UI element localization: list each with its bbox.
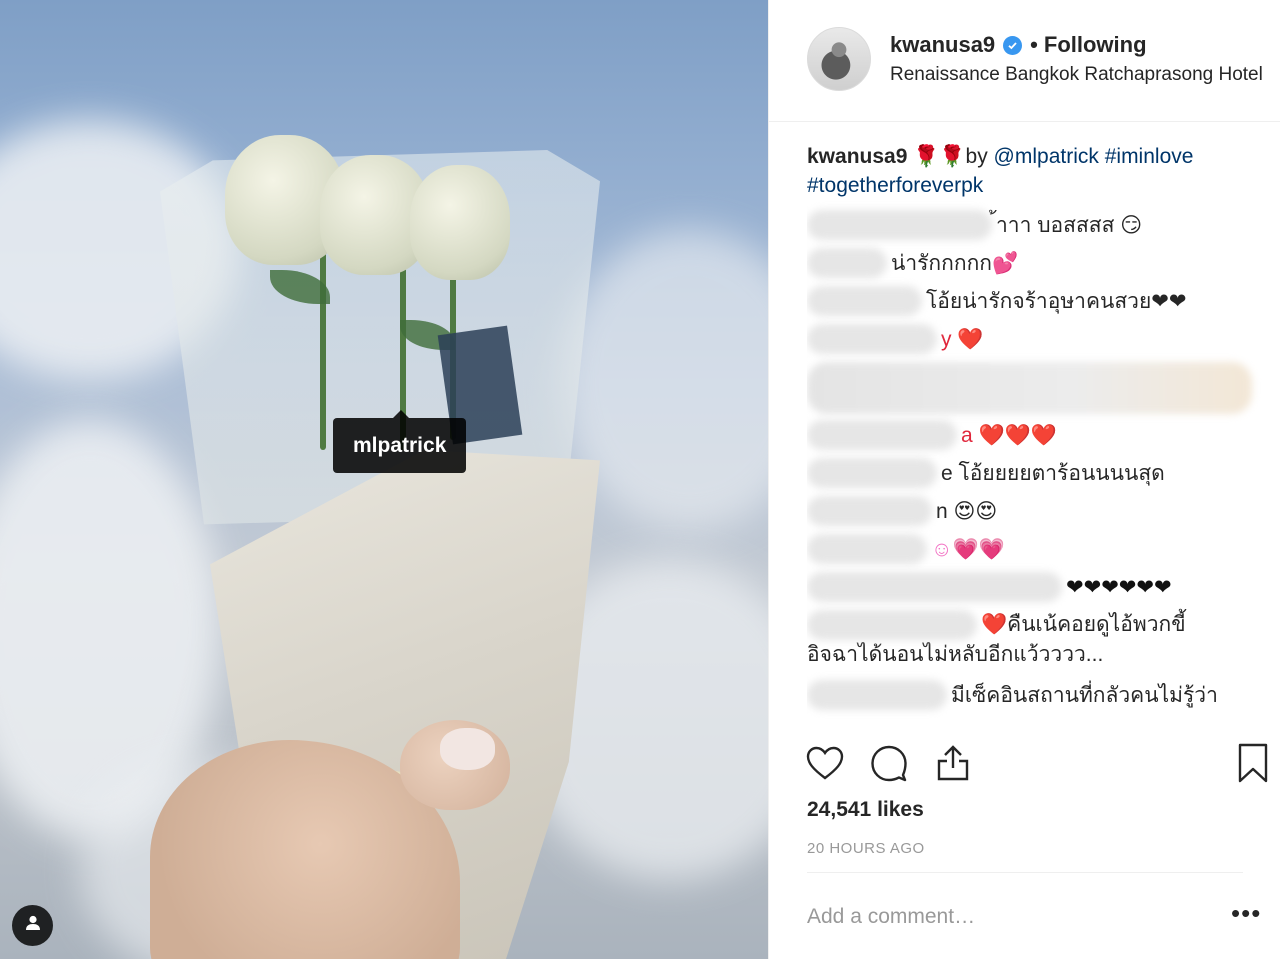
username-link[interactable]: kwanusa9 [890, 32, 995, 58]
likes-count[interactable]: 24,541 likes [807, 798, 924, 822]
blurred-username [807, 210, 992, 240]
action-bar [769, 736, 1280, 796]
caption-text: by [965, 145, 994, 168]
comment-item: e โอ้ยยยยตาร้อนนนนสุด [807, 454, 1267, 492]
post-header: kwanusa9 • Following Renaissance Bangkok… [769, 0, 1280, 122]
comment-button[interactable] [869, 744, 909, 786]
comment-text-continued: อิจฉาได้นอนไม่หลับอีกแว้วววว... [807, 643, 1104, 667]
comment-text: ❤️คืนเน้คอยดูไอ้พวกขี้ [981, 613, 1186, 636]
comments-list[interactable]: kwanusa9 🌹🌹by @mlpatrick #iminlove #toge… [807, 142, 1267, 730]
hashtag-link[interactable]: #togetherforeverpk [807, 174, 983, 197]
post-timestamp[interactable]: 20 HOURS AGO [807, 840, 925, 857]
blurred-username [807, 534, 927, 564]
thumbnail-nail [440, 728, 495, 770]
username-row: kwanusa9 • Following [890, 32, 1147, 58]
post-caption: kwanusa9 🌹🌹by @mlpatrick #iminlove #toge… [807, 142, 1267, 200]
blurred-username [807, 420, 957, 450]
comment-text: ☺💗💗 [931, 537, 1005, 561]
comment-text: y ❤️ [941, 327, 984, 351]
verified-badge-icon [1003, 35, 1023, 55]
comment-text: โอ้ยน่ารักจร้าอุษาคนสวย❤❤ [926, 289, 1187, 313]
comment-bubble-icon [870, 744, 908, 787]
heart-icon [806, 746, 844, 785]
comment-text: ❤❤❤❤❤❤ [1066, 575, 1172, 599]
white-rose [410, 165, 510, 280]
comment-text: น่ารักกกกก💕 [891, 251, 1019, 275]
post-photo[interactable]: mlpatrick [0, 0, 768, 959]
user-tags-button[interactable] [12, 905, 53, 946]
location-link[interactable]: Renaissance Bangkok Ratchaprasong Hotel [890, 64, 1270, 86]
separator-dot: • [1030, 32, 1038, 57]
following-button[interactable]: Following [1044, 32, 1147, 58]
save-button[interactable] [1233, 743, 1273, 788]
rose-stem [320, 250, 326, 450]
add-comment-input[interactable] [807, 900, 1187, 934]
comment-item: ❤❤❤❤❤❤ [807, 568, 1267, 606]
post-details-panel: kwanusa9 • Following Renaissance Bangkok… [768, 0, 1280, 959]
blurred-username [807, 496, 932, 526]
blurred-username [807, 324, 937, 354]
comment-item: มีเซ็คอินสถานที่กลัวคนไม่รู้ว่า [807, 676, 1267, 714]
share-icon [935, 744, 971, 787]
caption-emoji: 🌹🌹 [913, 145, 966, 168]
comment-text: a ❤️❤️❤️ [961, 423, 1057, 447]
mention-link[interactable]: @mlpatrick [994, 145, 1099, 168]
comment-item: y ❤️ [807, 320, 1267, 358]
comment-item: ☺💗💗 [807, 530, 1267, 568]
hashtag-link[interactable]: #iminlove [1105, 145, 1194, 168]
comment-item: น่ารักกกกก💕 [807, 244, 1267, 282]
comment-text: n 😍😍 [936, 499, 998, 523]
bookmark-icon [1237, 743, 1269, 788]
comment-item: ้าาา บอสสสส 😏 [807, 206, 1267, 244]
like-button[interactable] [805, 744, 845, 786]
comment-text: ้าาา บอสสสส 😏 [996, 213, 1143, 237]
caption-username[interactable]: kwanusa9 [807, 145, 907, 168]
comment-item: โอ้ยน่ารักจร้าอุษาคนสวย❤❤ [807, 282, 1267, 320]
comment-text: มีเซ็คอินสถานที่กลัวคนไม่รู้ว่า [951, 683, 1218, 707]
avatar[interactable] [807, 27, 871, 91]
comment-text: e โอ้ยยยยตาร้อนนนนสุด [941, 461, 1165, 485]
blurred-username [807, 680, 947, 710]
user-tag-tooltip[interactable]: mlpatrick [333, 410, 467, 473]
blurred-username [807, 286, 922, 316]
comment-item [807, 358, 1267, 416]
blurred-username [807, 248, 887, 278]
blurred-comment [807, 362, 1252, 414]
comment-item: ❤️คืนเน้คอยดูไอ้พวกขี้ อิจฉาได้นอนไม่หลั… [807, 606, 1267, 676]
blurred-username [807, 610, 977, 641]
divider [807, 872, 1243, 873]
comment-item: n 😍😍 [807, 492, 1267, 530]
blurred-username [807, 572, 1062, 602]
blurred-username [807, 458, 937, 488]
person-icon [24, 914, 42, 937]
comment-item: a ❤️❤️❤️ [807, 416, 1267, 454]
share-button[interactable] [933, 744, 973, 786]
more-options-button[interactable]: ••• [1231, 900, 1261, 926]
